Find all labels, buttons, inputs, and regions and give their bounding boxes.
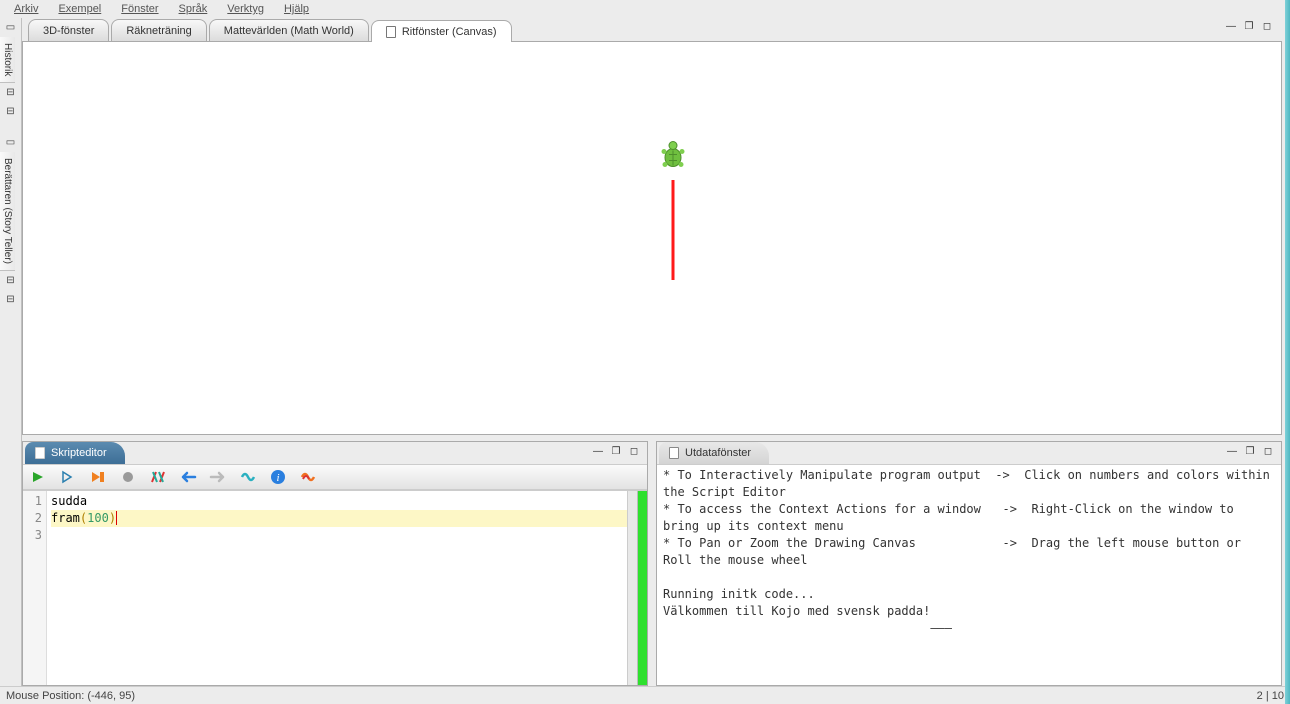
redo-button[interactable]	[209, 468, 227, 486]
svg-text:i: i	[276, 472, 279, 484]
code-line-1[interactable]: sudda	[51, 493, 627, 510]
right-edge-decoration	[1285, 0, 1290, 704]
code-line-2[interactable]: fram(100)	[51, 510, 627, 527]
rail-pin2-icon[interactable]: ⊟	[0, 102, 21, 121]
output-panel: Utdatafönster — ❐ ◻ * To Interactively M…	[656, 441, 1282, 686]
menu-fonster[interactable]: Fönster	[113, 3, 166, 15]
bottom-row: Skripteditor — ❐ ◻ i	[22, 441, 1282, 686]
menu-arkiv[interactable]: Arkiv	[6, 3, 46, 15]
menu-exempel[interactable]: Exempel	[50, 3, 109, 15]
left-rail: ▭ Historik ⊟ ⊟ ▭ Berättaren (Story Telle…	[0, 18, 22, 686]
run-selected-button[interactable]	[59, 468, 77, 486]
stop-button[interactable]	[119, 468, 137, 486]
run-button[interactable]	[29, 468, 47, 486]
help-button[interactable]: i	[269, 468, 287, 486]
menu-hjalp[interactable]: Hjälp	[276, 3, 317, 15]
output-restore-icon[interactable]: ❐	[1243, 446, 1257, 458]
turtle-icon	[659, 141, 687, 174]
statusbar: Mouse Position: (-446, 95) 2 | 10	[0, 686, 1290, 704]
output-max-icon[interactable]: ◻	[1261, 446, 1275, 458]
undo-button[interactable]	[179, 468, 197, 486]
output-body[interactable]: * To Interactively Manipulate program ou…	[657, 464, 1281, 685]
rail-pin4-icon[interactable]: ⊟	[0, 290, 21, 309]
rail-doc-icon[interactable]: ▭	[0, 18, 21, 37]
canvas-restore-icon[interactable]: ❐	[1242, 21, 1256, 33]
editor-max-icon[interactable]: ◻	[627, 446, 641, 458]
editor-scrollbar[interactable]	[627, 491, 637, 685]
canvas-window-controls: — ❐ ◻	[1224, 21, 1274, 33]
rail-tab-historik[interactable]: Historik	[0, 37, 15, 83]
tabs-row: 3D-fönster Räkneträning Mattevärlden (Ma…	[22, 18, 1282, 42]
editor-restore-icon[interactable]: ❐	[609, 446, 623, 458]
menu-sprak[interactable]: Språk	[171, 3, 216, 15]
tab-rakne[interactable]: Räkneträning	[111, 19, 206, 41]
script-editor-panel: Skripteditor — ❐ ◻ i	[22, 441, 648, 686]
code-line-3[interactable]	[51, 527, 627, 544]
canvas-min-icon[interactable]: —	[1224, 21, 1238, 33]
drawing-canvas[interactable]	[22, 42, 1282, 435]
code-area[interactable]: sudda fram(100)	[47, 491, 627, 685]
exec-indicator	[637, 491, 647, 685]
editor-toolbar: i	[23, 464, 647, 490]
canvas-max-icon[interactable]: ◻	[1260, 21, 1274, 33]
doc-icon	[669, 447, 679, 459]
output-min-icon[interactable]: —	[1225, 446, 1239, 458]
line-gutter: 1 2 3	[23, 491, 47, 685]
tab-ritfonster[interactable]: Ritfönster (Canvas)	[371, 20, 512, 42]
rail-tab-berattaren[interactable]: Berättaren (Story Teller)	[0, 152, 15, 271]
doc-icon	[386, 26, 396, 38]
tab-3d-fonster[interactable]: 3D-fönster	[28, 19, 109, 41]
menubar: Arkiv Exempel Fönster Språk Verktyg Hjäl…	[0, 0, 1290, 18]
menu-verktyg[interactable]: Verktyg	[219, 3, 272, 15]
trace-button[interactable]	[89, 468, 107, 486]
status-right: 2 | 10	[1257, 690, 1284, 702]
script-editor-tab[interactable]: Skripteditor	[25, 442, 125, 464]
main-area: 3D-fönster Räkneträning Mattevärlden (Ma…	[22, 18, 1282, 686]
turtle-path	[672, 180, 675, 280]
worksheet-button[interactable]	[299, 468, 317, 486]
rail-doc2-icon[interactable]: ▭	[0, 133, 21, 152]
status-left: Mouse Position: (-446, 95)	[6, 690, 135, 702]
clear-button[interactable]	[149, 468, 167, 486]
rail-pin3-icon[interactable]: ⊟	[0, 271, 21, 290]
tab-matte[interactable]: Mattevärlden (Math World)	[209, 19, 369, 41]
editor-min-icon[interactable]: —	[591, 446, 605, 458]
editor-body[interactable]: 1 2 3 sudda fram(100)	[23, 490, 647, 685]
doc-icon	[35, 447, 45, 459]
output-tab[interactable]: Utdatafönster	[659, 442, 769, 464]
rail-pin-icon[interactable]: ⊟	[0, 83, 21, 102]
format-button[interactable]	[239, 468, 257, 486]
